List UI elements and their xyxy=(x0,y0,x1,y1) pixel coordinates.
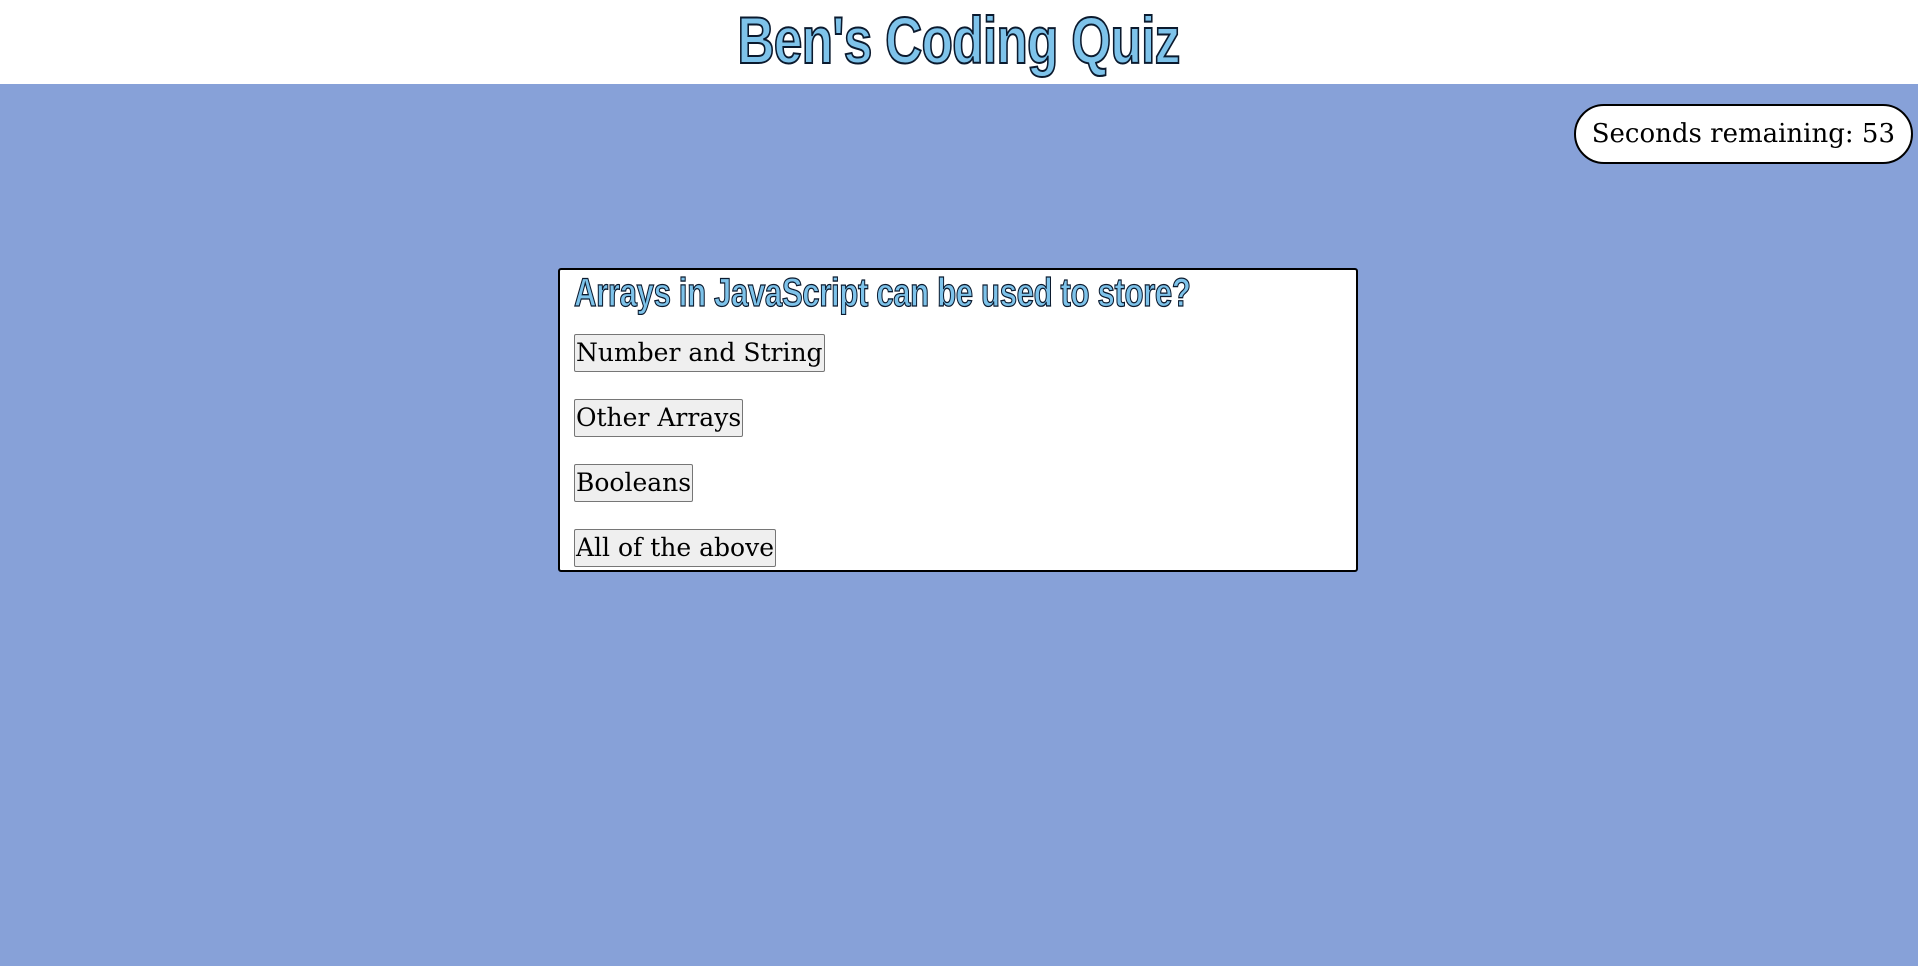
answer-button-3[interactable]: Booleans xyxy=(574,464,694,502)
countdown-timer: Seconds remaining: 53 xyxy=(1573,104,1913,164)
answer-list: Number and String Other Arrays Booleans … xyxy=(574,334,1342,567)
answer-button-4[interactable]: All of the above xyxy=(574,529,777,567)
timer-seconds: 53 xyxy=(1861,119,1895,149)
answer-button-2[interactable]: Other Arrays xyxy=(574,399,744,437)
quiz-card: Arrays in JavaScript can be used to stor… xyxy=(558,268,1358,572)
site-header: Ben's Coding Quiz xyxy=(0,0,1918,84)
answer-button-1[interactable]: Number and String xyxy=(574,334,825,372)
question-text: Arrays in JavaScript can be used to stor… xyxy=(573,271,1191,315)
site-title: Ben's Coding Quiz xyxy=(737,3,1182,77)
timer-label: Seconds remaining: xyxy=(1591,119,1854,149)
